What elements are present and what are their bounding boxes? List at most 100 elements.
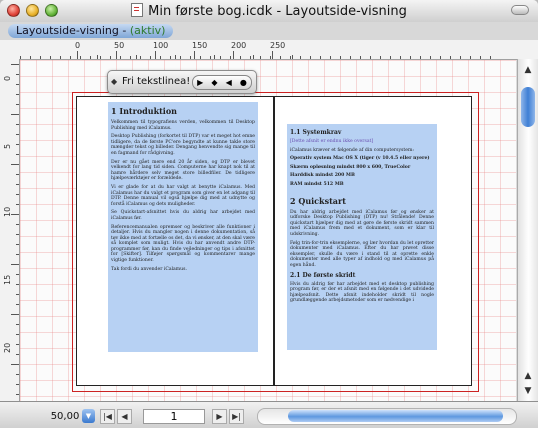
ruler-tick [200, 56, 201, 59]
horizontal-scroll-thumb[interactable] [288, 410, 503, 422]
circle-icon[interactable]: ● [240, 76, 247, 89]
paragraph: Vi er glade for at du har valgt at benyt… [111, 184, 255, 207]
page-right[interactable]: 1.1 Systemkrav [Dette afsnit er endnu ik… [274, 96, 472, 386]
ruler-label: 15 [3, 274, 12, 285]
ruler-tick [400, 56, 401, 59]
ruler-tick [330, 56, 331, 59]
paragraph: Du har aldrig arbejdet med iCalamus før … [290, 209, 434, 237]
ruler-left[interactable]: 0 5 10 15 20 [0, 59, 20, 401]
translation-note: [Dette afsnit er endnu ikke oversat] [290, 139, 374, 144]
palette-grip-icon[interactable]: ◆ [111, 77, 117, 86]
ruler-tick [260, 56, 261, 59]
ruler-tick [80, 56, 81, 59]
ruler-tick [16, 194, 19, 195]
heading-first-steps: 2.1 De første skridt [290, 271, 356, 279]
ruler-tick [150, 56, 151, 59]
ruler-tick [50, 56, 51, 59]
ruler-tick [16, 134, 19, 135]
text-frame-right[interactable]: 1.1 Systemkrav [Dette afsnit er endnu ik… [287, 124, 437, 350]
ruler-tick [16, 254, 19, 255]
text-style-palette[interactable]: ◆ Fri tekstlinea! ▶ ◆ ◀ ● [107, 70, 257, 94]
previous-page-icon[interactable]: ◀ [117, 409, 132, 424]
scroll-thumb[interactable] [521, 87, 535, 127]
ruler-tick [250, 56, 251, 59]
ruler-tick [70, 56, 71, 59]
ruler-tick [16, 74, 19, 75]
ruler-tick [410, 56, 411, 59]
ruler-tick [30, 56, 31, 59]
scroll-up-top-icon[interactable]: ▲ [521, 63, 535, 77]
ruler-tick [230, 56, 231, 59]
page-number-field[interactable]: 1 [143, 409, 205, 424]
ruler-tick [11, 64, 19, 65]
requirement-item: Skærm opløsning mindst 800 x 600, TrueCo… [290, 164, 411, 170]
paragraph: Se Quickstart-afsnittet hvis du aldrig h… [111, 210, 255, 221]
paragraph: Følg trin-for-trin eksemplerne, og lær h… [290, 240, 434, 268]
ruler-tick [190, 56, 191, 59]
ruler-tick [170, 56, 171, 59]
ruler-tick [96, 55, 98, 59]
ruler-tick [180, 56, 181, 59]
ruler-tick [290, 56, 291, 59]
style-select[interactable]: Fri tekstlinea! [122, 75, 194, 88]
first-page-icon[interactable]: |◀ [100, 409, 115, 424]
ruler-tick [90, 56, 91, 59]
ruler-tick [320, 56, 321, 59]
ruler-label: 50 [114, 41, 125, 50]
diamond-icon[interactable]: ◆ [211, 76, 217, 89]
ruler-tick [16, 204, 19, 205]
ruler-tick [450, 56, 451, 59]
mode-state: (aktiv) [129, 24, 166, 37]
text-frame-left[interactable]: 1 Introduktion Velkommen til typografien… [108, 102, 258, 352]
ruler-tick [252, 55, 254, 59]
ruler-tick [460, 56, 461, 59]
arrow-right-icon[interactable]: ▶ [197, 76, 203, 89]
next-page-icon[interactable]: ▶ [212, 409, 227, 424]
layout-canvas[interactable]: 1 Introduktion Velkommen til typografien… [20, 60, 516, 401]
ruler-tick [220, 56, 221, 59]
ruler-tick [233, 51, 234, 59]
vertical-scrollbar[interactable]: ▲ ▲ ▼ [517, 59, 538, 401]
ruler-top[interactable]: 0 50 100 150 200 250 [0, 40, 538, 60]
bottom-bar: 50,00 % ▼ |◀ ◀ 1 ▶ ▶| [0, 401, 538, 428]
tab-layout-view[interactable]: Layoutside-visning - (aktiv) [8, 24, 174, 38]
app-window: Min første bog.icdk - Layoutside-visning… [0, 0, 538, 428]
ruler-tick [213, 55, 215, 59]
ruler-tick [40, 56, 41, 59]
scroll-up-icon[interactable]: ▲ [521, 369, 535, 383]
ruler-label: 20 [3, 342, 12, 353]
paragraph: Referencemanualen opremser og beskriver … [111, 224, 255, 264]
title-bar: Min første bog.icdk - Layoutside-visning [0, 0, 538, 23]
ruler-label: 0 [3, 75, 12, 81]
ruler-label: 5 [3, 143, 12, 149]
ruler-tick [140, 56, 141, 59]
scroll-down-icon[interactable]: ▼ [521, 384, 535, 398]
ruler-tick [16, 224, 19, 225]
paragraph: Velkommen til typografiens verden, velko… [111, 120, 255, 131]
ruler-tick [490, 56, 491, 59]
arrow-left-icon[interactable]: ◀ [226, 76, 232, 89]
ruler-tick [390, 56, 391, 59]
ruler-tick [16, 374, 19, 375]
ruler-tick [280, 56, 281, 59]
ruler-tick [16, 294, 19, 295]
ruler-tick [272, 51, 273, 59]
toolbar-toggle-button[interactable] [511, 5, 529, 15]
page-left[interactable]: 1 Introduktion Velkommen til typografien… [76, 96, 274, 386]
heading-introduction: 1 Introduktion [111, 106, 177, 116]
ruler-tick [16, 84, 19, 85]
horizontal-scrollbar[interactable] [257, 408, 517, 425]
ruler-tick [16, 354, 19, 355]
ruler-tick [130, 56, 131, 59]
last-page-icon[interactable]: ▶| [229, 409, 244, 424]
ruler-tick [240, 56, 241, 59]
ruler-tick [16, 334, 19, 335]
ruler-tick [160, 56, 161, 59]
ruler-tick [77, 51, 78, 59]
heading-systemkrav: 1.1 Systemkrav [290, 129, 342, 136]
ruler-tick [16, 274, 19, 275]
ruler-label: 0 [75, 41, 81, 50]
zoom-dropdown-icon[interactable]: ▼ [82, 409, 95, 423]
ruler-tick [350, 56, 351, 59]
requirement-item: Harddisk mindst 200 MB [290, 173, 355, 179]
